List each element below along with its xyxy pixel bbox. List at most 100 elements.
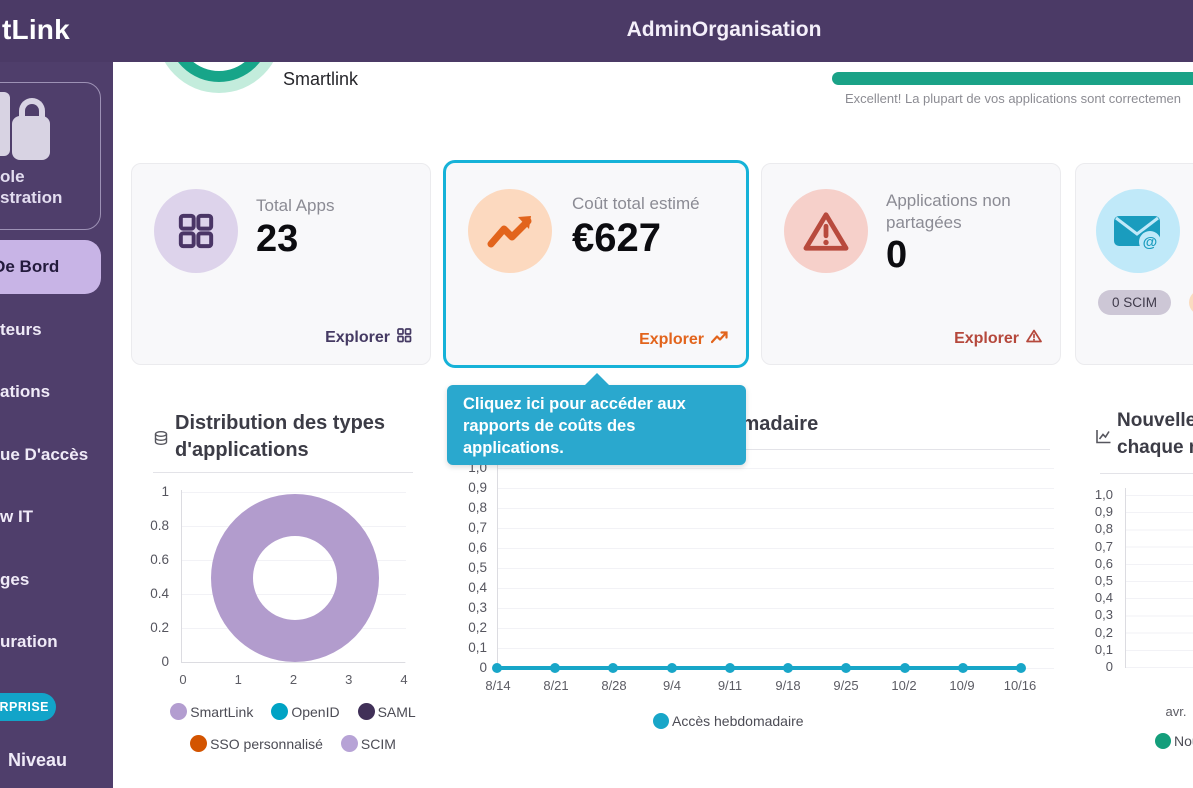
legend-item-openid[interactable]: OpenID: [271, 703, 339, 720]
trend-up-icon: [711, 330, 728, 349]
x-tick: avr.: [1158, 704, 1193, 719]
app-logo[interactable]: tLink: [2, 14, 70, 46]
sidebar-item-label: u De Bord: [0, 240, 59, 294]
app-root: Smartlink Excellent! La plupart de vos a…: [0, 0, 1193, 788]
mail-at-icon: @: [1096, 189, 1180, 273]
monthly-x-axis: avr. mai: [1158, 704, 1193, 719]
y-tick: 1: [161, 484, 169, 500]
y-tick: 0,5: [468, 560, 487, 576]
y-tick: 0,1: [468, 640, 487, 656]
y-tick: 0,1: [1095, 642, 1113, 658]
x-tick: 9/18: [767, 678, 809, 693]
sidebar-item-dashboard[interactable]: u De Bord: [0, 240, 101, 294]
sidebar-item-applications[interactable]: ations: [0, 380, 50, 404]
legend-label: SmartLink: [190, 704, 253, 720]
warning-triangle-icon: [784, 189, 868, 273]
legend-label: SSO personnalisé: [210, 736, 323, 752]
weekly-data-points: [492, 663, 1026, 673]
data-point-dot: [783, 663, 793, 673]
tooltip-line: Cliquez ici pour accéder aux: [463, 393, 730, 415]
health-message: Excellent! La plupart de vos application…: [845, 91, 1181, 106]
explore-label: Explorer: [325, 329, 390, 347]
sidebar-item-users[interactable]: teurs: [0, 318, 42, 342]
weekly-legend[interactable]: Accès hebdomadaire: [653, 713, 804, 729]
gridlines: [1126, 495, 1193, 668]
top-bar: tLink AdminOrganisation: [0, 0, 1193, 62]
warning-triangle-icon: [1026, 329, 1042, 348]
sidebar-item-access-policy[interactable]: ue D'accès: [0, 443, 88, 467]
legend-item-saml[interactable]: SAML: [358, 703, 416, 720]
tour-tooltip: Cliquez ici pour accéder aux rapports de…: [447, 385, 746, 465]
legend-dot: [190, 735, 207, 752]
data-point-dot: [550, 663, 560, 673]
apps-grid-icon: [154, 189, 238, 273]
x-tick: 8/21: [535, 678, 577, 693]
legend-item-smartlink[interactable]: SmartLink: [170, 703, 253, 720]
legend-dot: [271, 703, 288, 720]
x-tick: 4: [389, 672, 419, 687]
legend-label: Nou: [1174, 733, 1193, 749]
donut-y-axis-line: [181, 490, 182, 662]
y-tick: 0,4: [1095, 590, 1113, 606]
y-tick: 0,2: [1095, 625, 1113, 641]
explore-label: Explorer: [639, 331, 704, 349]
monthly-legend[interactable]: Nou: [1155, 733, 1193, 749]
legend-item-sso[interactable]: SSO personnalisé: [190, 735, 323, 752]
divider: [1100, 473, 1193, 474]
explore-cost-link[interactable]: Explorer: [639, 330, 728, 349]
database-icon: [153, 430, 169, 451]
y-tick: 0: [161, 654, 169, 670]
y-tick: 0: [1106, 659, 1113, 675]
y-tick: 0: [479, 660, 487, 676]
org-name: Smartlink: [283, 69, 358, 90]
donut-x-axis: 0 1 2 3 4: [168, 672, 419, 687]
sidebar-item-shares[interactable]: ges: [0, 568, 29, 592]
divider: [153, 472, 413, 473]
y-tick: 0,9: [1095, 504, 1113, 520]
data-point-dot: [608, 663, 618, 673]
y-tick: 0,6: [468, 540, 487, 556]
legend-dot: [170, 703, 187, 720]
y-tick: 0,3: [1095, 607, 1113, 623]
donut-x-axis-line: [181, 662, 405, 663]
explore-apps-link[interactable]: Explorer: [325, 328, 412, 348]
monthly-chart-title-line1: Nouvelle: [1117, 410, 1193, 432]
x-tick: 8/28: [593, 678, 635, 693]
sidebar-item-upgrade-level[interactable]: Niveau: [8, 748, 67, 772]
sidebar-item-configuration[interactable]: uration: [0, 630, 58, 654]
weekly-y-axis-line: [497, 460, 498, 668]
y-tick: 0,5: [1095, 573, 1113, 589]
x-tick: 10/2: [883, 678, 925, 693]
monthly-y-axis-line: [1125, 488, 1126, 668]
legend-label: SAML: [378, 704, 416, 720]
data-point-dot: [841, 663, 851, 673]
donut-legend-row-2: SSO personnalisé SCIM: [143, 735, 443, 752]
card-value: 23: [256, 218, 298, 261]
legend-item-scim[interactable]: SCIM: [341, 735, 396, 752]
y-tick: 1,0: [1095, 487, 1113, 503]
card-value: €627: [572, 216, 661, 261]
y-tick: 0.2: [150, 620, 169, 636]
x-tick: 3: [334, 672, 364, 687]
legend-dot: [341, 735, 358, 752]
sidebar-item-shadow-it[interactable]: w IT: [0, 505, 33, 529]
donut-chart: [211, 494, 379, 662]
x-tick: 9/11: [709, 678, 751, 693]
x-tick: 9/4: [651, 678, 693, 693]
page-title: AdminOrganisation: [627, 18, 822, 42]
x-tick: 10/9: [941, 678, 983, 693]
card-unshared-apps: Applications non partagées 0 Explorer: [761, 163, 1061, 365]
x-tick: 10/16: [999, 678, 1041, 693]
badge-row: 0 SCIM 2 SH: [1098, 290, 1193, 315]
explore-unshared-link[interactable]: Explorer: [954, 329, 1042, 348]
card-scim-invitations: @ 0 SCIM 2 SH: [1075, 163, 1193, 365]
y-tick: 0,8: [1095, 521, 1113, 537]
data-point-dot: [492, 663, 502, 673]
card-estimated-cost[interactable]: Coût total estimé €627 Explorer: [443, 160, 749, 368]
data-point-dot: [725, 663, 735, 673]
weekly-x-axis: 8/14 8/21 8/28 9/4 9/11 9/18 9/25 10/2 1…: [477, 678, 1041, 693]
line-chart-icon: [1095, 428, 1112, 450]
shared-badge: 2 SH: [1189, 290, 1193, 315]
y-tick: 0,8: [468, 500, 487, 516]
x-tick: 2: [279, 672, 309, 687]
